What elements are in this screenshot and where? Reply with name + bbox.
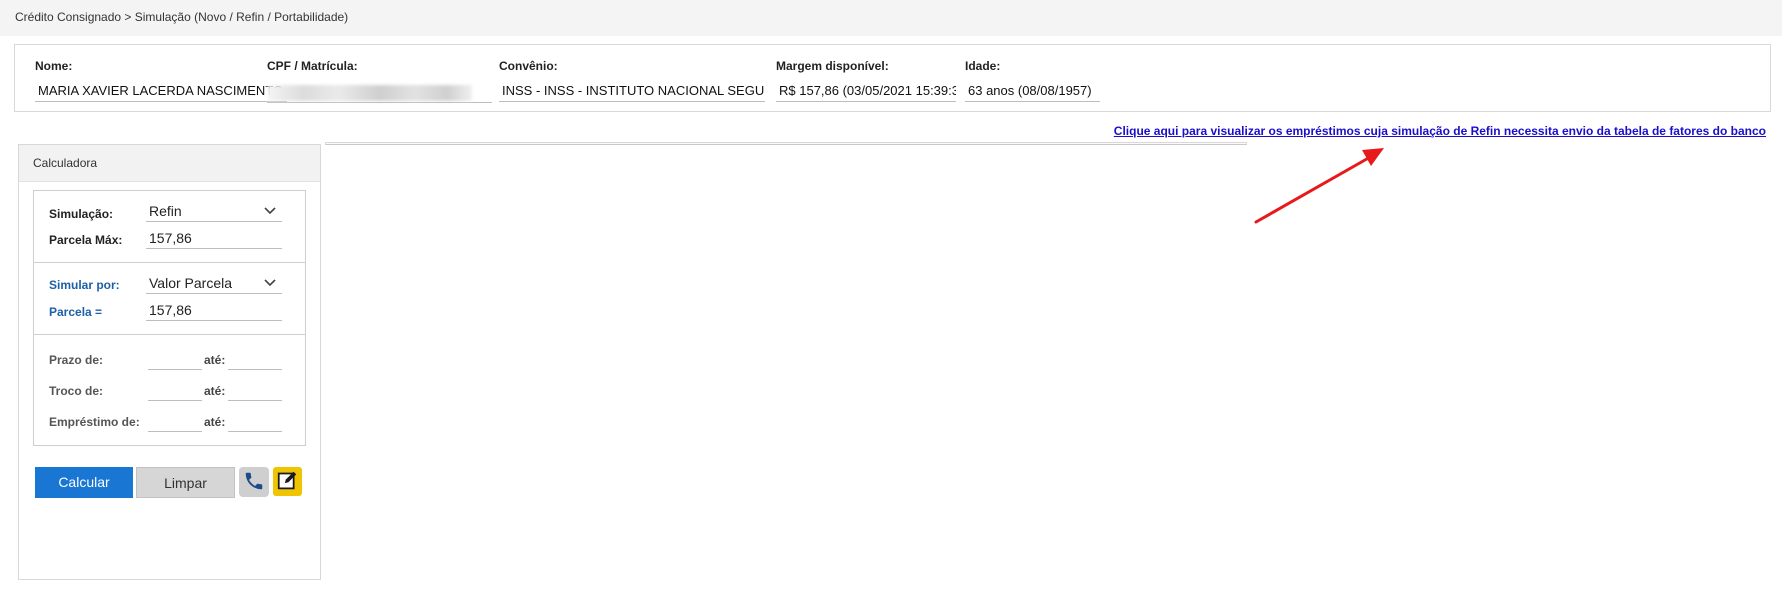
calculator-form: Simulação: Refin Parcela Máx: 157,86 Sim… bbox=[33, 190, 306, 446]
cpf-label: CPF / Matrícula: bbox=[267, 59, 358, 73]
calculator-title: Calculadora bbox=[19, 145, 320, 182]
prazo-from-input[interactable] bbox=[148, 351, 202, 370]
edit-icon bbox=[277, 470, 298, 494]
convenio-field: Convênio: INSS - INSS - INSTITUTO NACION… bbox=[499, 59, 765, 102]
convenio-input[interactable]: INSS - INSS - INSTITUTO NACIONAL SEGURID… bbox=[499, 81, 765, 102]
annotation-arrow bbox=[1254, 148, 1384, 224]
prazo-to-input[interactable] bbox=[228, 351, 282, 370]
simular-por-value: Valor Parcela bbox=[149, 275, 233, 291]
simulacao-value: Refin bbox=[149, 203, 182, 219]
calcular-button[interactable]: Calcular bbox=[35, 467, 133, 498]
idade-field: Idade: 63 anos (08/08/1957) bbox=[965, 59, 1100, 102]
convenio-label: Convênio: bbox=[499, 59, 558, 73]
phone-icon bbox=[243, 470, 265, 495]
breadcrumb: Crédito Consignado > Simulação (Novo / R… bbox=[15, 10, 349, 24]
chevron-down-icon bbox=[264, 272, 276, 301]
emprestimo-label: Empréstimo de: bbox=[49, 415, 140, 429]
idade-label: Idade: bbox=[965, 59, 1001, 73]
emprestimo-to-input[interactable] bbox=[228, 413, 282, 432]
section-divider bbox=[34, 262, 305, 263]
margem-input[interactable]: R$ 157,86 (03/05/2021 15:39:32 bbox=[776, 81, 956, 102]
parcela-input[interactable]: 157,86 bbox=[146, 299, 282, 321]
emprestimo-from-input[interactable] bbox=[148, 413, 202, 432]
margem-field: Margem disponível: R$ 157,86 (03/05/2021… bbox=[776, 59, 956, 102]
results-bar bbox=[325, 142, 1247, 145]
name-input[interactable]: MARIA XAVIER LACERDA NASCIMENTO bbox=[35, 81, 287, 102]
client-info-panel: Nome: MARIA XAVIER LACERDA NASCIMENTO CP… bbox=[14, 44, 1771, 112]
chevron-down-icon bbox=[264, 200, 276, 229]
simulacao-label: Simulação: bbox=[49, 207, 114, 221]
phone-button[interactable] bbox=[239, 467, 269, 497]
parcela-max-label: Parcela Máx: bbox=[49, 233, 123, 247]
name-label: Nome: bbox=[35, 59, 73, 73]
name-field: Nome: MARIA XAVIER LACERDA NASCIMENTO bbox=[35, 59, 287, 102]
cpf-underline bbox=[267, 102, 492, 103]
simulacao-select[interactable]: Refin bbox=[146, 200, 282, 222]
idade-input[interactable]: 63 anos (08/08/1957) bbox=[965, 81, 1100, 102]
calculator-panel: Calculadora Simulação: Refin Parcela Máx… bbox=[18, 144, 321, 580]
simular-por-select[interactable]: Valor Parcela bbox=[146, 272, 282, 294]
troco-from-input[interactable] bbox=[148, 382, 202, 401]
parcela-label: Parcela = bbox=[49, 305, 103, 319]
parcela-max-input[interactable]: 157,86 bbox=[146, 227, 282, 249]
section-divider bbox=[34, 334, 305, 335]
troco-to-input[interactable] bbox=[228, 382, 282, 401]
prazo-label: Prazo de: bbox=[49, 353, 104, 367]
limpar-button[interactable]: Limpar bbox=[136, 467, 235, 498]
cpf-redacted-value bbox=[267, 85, 472, 101]
prazo-ate-label: até: bbox=[204, 353, 226, 367]
cpf-field: CPF / Matrícula: bbox=[267, 59, 492, 103]
simular-por-label: Simular por: bbox=[49, 278, 120, 292]
troco-label: Troco de: bbox=[49, 384, 104, 398]
refin-factors-link[interactable]: Clique aqui para visualizar os empréstim… bbox=[1114, 124, 1766, 138]
emprestimo-ate-label: até: bbox=[204, 415, 226, 429]
margem-label: Margem disponível: bbox=[776, 59, 889, 73]
troco-ate-label: até: bbox=[204, 384, 226, 398]
edit-button[interactable] bbox=[273, 467, 302, 496]
